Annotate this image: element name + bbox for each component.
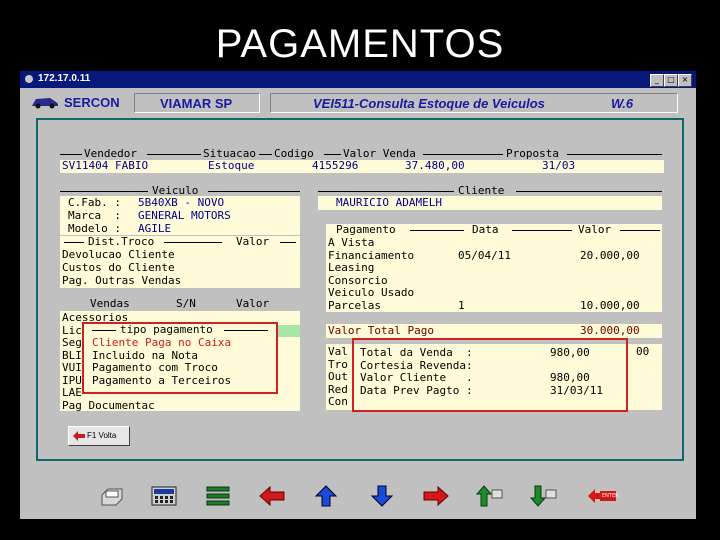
valor-header: Valor xyxy=(578,223,612,236)
valor-venda-value[interactable]: 37.480,00 xyxy=(405,160,465,172)
cliente-value[interactable]: MAURICIO ADAMELH xyxy=(336,197,442,209)
arrow-right-icon[interactable] xyxy=(422,485,450,507)
vendas-row[interactable]: IPU xyxy=(62,374,82,387)
total-pago-value: 30.000,00 xyxy=(580,324,640,337)
pagamento-row-valor: 20.000,00 xyxy=(580,248,640,262)
codigo-value[interactable]: 4155296 xyxy=(312,160,358,172)
top-values-row: SV11404 FABIO Estoque 4155296 37.480,00 … xyxy=(60,160,664,173)
page-down-icon[interactable] xyxy=(529,485,558,507)
vendas-row[interactable]: VUI xyxy=(62,362,82,374)
close-button[interactable]: × xyxy=(678,74,692,87)
data-header: Data xyxy=(472,223,499,236)
veiculo-box: C.Fab. : 5B40XB - NOVO Marca : GENERAL M… xyxy=(60,196,300,235)
main-panel: Vendedor Situacao Codigo Valor Venda Pro… xyxy=(36,118,684,461)
f1-volta-button[interactable]: F1 Volta xyxy=(68,426,130,446)
bottom-right-side-value: 00 xyxy=(636,345,650,358)
pagamento-row-label[interactable]: Financiamento xyxy=(328,249,414,262)
store-field: VIAMAR SP xyxy=(134,93,260,113)
veiculo-label-3: Modelo : xyxy=(68,222,121,235)
pagamento-row-label[interactable]: Consorcio xyxy=(328,274,388,287)
situacao-value[interactable]: Estoque xyxy=(208,160,254,172)
pagamento-row-label[interactable]: Veiculo Usado xyxy=(328,287,414,299)
printer-icon[interactable] xyxy=(98,485,126,507)
bottom-right-row[interactable]: Val xyxy=(328,346,348,358)
list-stack-icon[interactable] xyxy=(204,485,232,507)
vendas-row[interactable]: Pag Documentac xyxy=(62,399,155,412)
cliente-box: MAURICIO ADAMELH xyxy=(318,196,662,210)
calculator-icon[interactable] xyxy=(150,485,178,507)
pagamento-box: Pagamento Data Valor A Vista Financiament… xyxy=(326,224,662,312)
arrow-up-icon[interactable] xyxy=(312,485,340,507)
arrow-down-icon[interactable] xyxy=(368,485,396,507)
maximize-button[interactable]: □ xyxy=(664,74,678,87)
pagamento-row-data: 05/04/11 xyxy=(458,248,511,262)
pagamento-row-data: 1 xyxy=(458,298,465,312)
pagamento-header: Pagamento xyxy=(336,223,396,236)
screen-title-field: VEI511-Consulta Estoque de Veiculos W.6 xyxy=(270,93,678,113)
troco-row-1[interactable]: Devolucao Cliente xyxy=(62,249,175,261)
vendas-row[interactable]: LAE xyxy=(62,387,82,399)
enter-label: ENTER xyxy=(602,493,619,499)
sn-header: S/N xyxy=(176,297,196,310)
vendas-row[interactable]: Seg xyxy=(62,337,82,349)
vendas-header: Vendas xyxy=(90,297,130,310)
troco-title: Dist.Troco xyxy=(88,235,155,248)
page-up-icon[interactable] xyxy=(475,485,504,507)
veiculo-label-2: Marca : xyxy=(68,209,121,222)
total-pago-row: Valor Total Pago 30.000,00 xyxy=(326,324,662,338)
bottom-right-row[interactable]: Out xyxy=(328,371,348,383)
brand-label: SERCON xyxy=(64,95,120,110)
tipo-pagamento-highlight xyxy=(82,322,278,394)
screen-version: W.6 xyxy=(611,96,634,111)
arrow-left-icon[interactable] xyxy=(258,485,286,507)
veiculo-value-1[interactable]: 5B40XB - NOVO xyxy=(138,197,224,209)
window-icon xyxy=(25,75,33,83)
totais-highlight xyxy=(352,338,628,412)
vendas-valor-header: Valor xyxy=(236,297,270,310)
troco-row-2[interactable]: Custos do Cliente xyxy=(62,262,175,274)
proposta-value[interactable]: 31/03 xyxy=(542,160,575,172)
troco-row-3[interactable]: Pag. Outras Vendas xyxy=(62,275,181,287)
veiculo-value-3[interactable]: AGILE xyxy=(138,223,171,235)
bottom-right-row[interactable]: Tro xyxy=(328,358,348,371)
bottom-right-row[interactable]: Con xyxy=(328,396,348,408)
window-titlebar: 172.17.0.11 _ □ × xyxy=(20,71,696,88)
car-logo-icon xyxy=(30,95,60,109)
pagamento-row-valor: 10.000,00 xyxy=(580,298,640,312)
minimize-button[interactable]: _ xyxy=(650,74,664,87)
troco-valor-header: Valor xyxy=(236,235,270,248)
veiculo-label-1: C.Fab. : xyxy=(68,196,121,209)
bottom-right-row[interactable]: Red xyxy=(328,383,348,396)
pagamento-row-label[interactable]: A Vista xyxy=(328,237,374,249)
back-arrow-icon xyxy=(73,431,85,441)
total-pago-label: Valor Total Pago xyxy=(328,324,434,337)
pagamento-row-label[interactable]: Leasing xyxy=(328,262,374,274)
vendas-row[interactable]: Lic xyxy=(62,324,82,337)
slide-title: PAGAMENTOS xyxy=(215,22,505,66)
codigo-header: Codigo xyxy=(274,147,314,160)
vendedor-value[interactable]: SV11404 FABIO xyxy=(62,160,148,172)
troco-box: Dist.Troco Valor Devolucao Cliente Custo… xyxy=(60,236,300,288)
veiculo-value-2[interactable]: GENERAL MOTORS xyxy=(138,210,231,222)
enter-button[interactable]: ENTER xyxy=(586,485,619,507)
screen-title: VEI511-Consulta Estoque de Veiculos xyxy=(313,96,545,111)
vendas-row[interactable]: BLI xyxy=(62,349,82,362)
pagamento-row-label[interactable]: Parcelas xyxy=(328,299,381,312)
terminal-window: 172.17.0.11 _ □ × SERCON VIAMAR SP VEI51… xyxy=(20,71,696,519)
f1-volta-label: F1 Volta xyxy=(87,431,117,440)
store-label: VIAMAR SP xyxy=(160,96,233,111)
window-title: 172.17.0.11 xyxy=(38,73,91,84)
